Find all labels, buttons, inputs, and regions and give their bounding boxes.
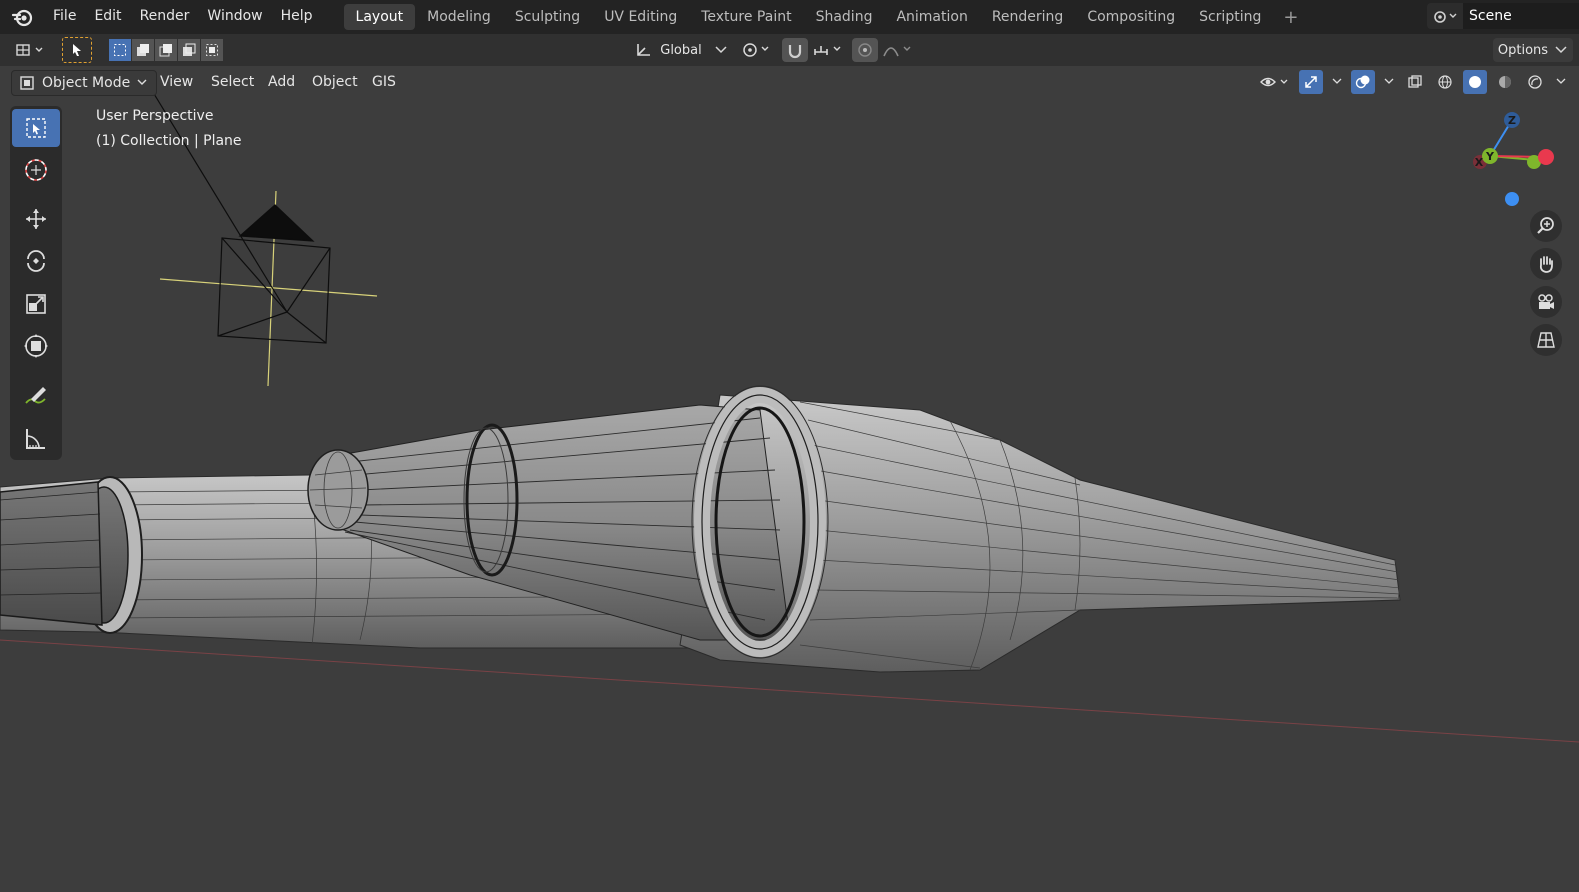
menu-object[interactable]: Object [306, 70, 364, 94]
visibility-dropdown[interactable] [1257, 70, 1293, 94]
scale-icon[interactable] [12, 285, 60, 323]
select-invert-icon[interactable] [178, 39, 200, 61]
object-mode-icon [20, 76, 34, 90]
tool-header: Global Options [0, 34, 1579, 66]
chevron-down-icon [1555, 46, 1567, 54]
tab-shading[interactable]: Shading [804, 4, 885, 30]
scene-icon[interactable] [1427, 3, 1463, 29]
tab-layout[interactable]: Layout [343, 4, 416, 30]
shading-solid-icon[interactable] [1463, 70, 1487, 94]
options-dropdown[interactable]: Options [1493, 38, 1573, 62]
active-tool-icon[interactable] [62, 37, 92, 63]
blender-logo-icon[interactable] [0, 0, 44, 34]
overlay-toggle-icon[interactable] [1351, 70, 1375, 94]
shading-rendered-icon[interactable] [1523, 70, 1547, 94]
move-icon[interactable] [12, 200, 60, 238]
viewport-header: Object Mode View Select Add Object GIS [0, 66, 1579, 98]
navigation-gizmo[interactable]: Z Y X [1460, 104, 1564, 212]
tab-compositing[interactable]: Compositing [1075, 4, 1187, 30]
tab-rendering[interactable]: Rendering [980, 4, 1076, 30]
shading-dropdown[interactable] [1553, 70, 1569, 94]
mode-label: Object Mode [42, 75, 131, 91]
hand-icon[interactable] [1530, 248, 1562, 280]
select-new-icon[interactable] [109, 39, 131, 61]
grid-icon[interactable] [1530, 324, 1562, 356]
tab-modeling[interactable]: Modeling [415, 4, 503, 30]
gizmo-z-label: Z [1508, 114, 1516, 127]
overlay-dropdown[interactable] [1381, 70, 1397, 94]
chevron-down-icon [137, 79, 147, 85]
gizmo-toggle-icon[interactable] [1299, 70, 1323, 94]
annotate-icon[interactable] [12, 377, 60, 415]
menu-view[interactable]: View [154, 70, 199, 94]
gizmo-x-axis [1538, 149, 1554, 165]
menu-help[interactable]: Help [272, 0, 322, 34]
collection-info-label: (1) Collection | Plane [96, 133, 242, 149]
tab-uv-editing[interactable]: UV Editing [592, 4, 689, 30]
snap-toggle-icon[interactable] [782, 38, 808, 62]
gizmo-dropdown[interactable] [1329, 70, 1345, 94]
select-box-icon[interactable] [12, 109, 60, 147]
chevron-down-icon [715, 46, 727, 54]
falloff-dropdown[interactable] [880, 38, 918, 62]
editor-type-icon[interactable] [12, 39, 50, 61]
object-mode-dropdown[interactable]: Object Mode [11, 70, 157, 96]
menu-edit[interactable]: Edit [85, 0, 130, 34]
tab-texture-paint[interactable]: Texture Paint [689, 4, 803, 30]
gizmo-x-label: X [1475, 156, 1484, 169]
snap-target-dropdown[interactable] [810, 38, 848, 62]
orientation-dropdown[interactable]: Global [634, 38, 728, 62]
add-workspace-button[interactable]: + [1273, 7, 1308, 28]
measure-icon[interactable] [12, 420, 60, 458]
pivot-point-dropdown[interactable] [738, 38, 776, 62]
selection-mode-group [109, 39, 224, 61]
zoom-icon[interactable] [1530, 210, 1562, 242]
proportional-edit-icon[interactable] [852, 38, 878, 62]
gizmo-y-label: Y [1485, 150, 1495, 163]
menu-gis[interactable]: GIS [366, 70, 402, 94]
tool-shelf [10, 106, 62, 460]
select-subtract-icon[interactable] [155, 39, 177, 61]
tab-scripting[interactable]: Scripting [1187, 4, 1273, 30]
top-bar: File Edit Render Window Help Layout Mode… [0, 0, 1579, 34]
menu-render[interactable]: Render [131, 0, 199, 34]
viewport-display-controls [1257, 70, 1569, 94]
gizmo-neg-z [1505, 192, 1519, 206]
viewport-scene[interactable] [0, 66, 1579, 892]
workspace-tabs: Layout Modeling Sculpting UV Editing Tex… [343, 0, 1309, 34]
xray-toggle-icon[interactable] [1403, 70, 1427, 94]
menu-window[interactable]: Window [198, 0, 271, 34]
transform-icon[interactable] [12, 327, 60, 365]
tab-animation[interactable]: Animation [884, 4, 979, 30]
select-intersect-icon[interactable] [201, 39, 223, 61]
camera-icon[interactable] [1530, 286, 1562, 318]
orientation-label: Global [660, 42, 702, 58]
menu-select[interactable]: Select [205, 70, 260, 94]
orientation-icon [637, 44, 651, 56]
tab-sculpting[interactable]: Sculpting [503, 4, 592, 30]
scene-selector: Scene [1427, 3, 1579, 29]
rear-inner-tube [0, 481, 103, 626]
options-label: Options [1497, 42, 1549, 58]
menu-file[interactable]: File [44, 0, 85, 34]
scene-name-field[interactable]: Scene [1463, 3, 1579, 29]
cursor-icon[interactable] [12, 151, 60, 189]
shading-material-icon[interactable] [1493, 70, 1517, 94]
view-name-label: User Perspective [96, 108, 214, 124]
shading-wireframe-icon[interactable] [1433, 70, 1457, 94]
menu-add[interactable]: Add [262, 70, 301, 94]
rotate-icon[interactable] [12, 242, 60, 280]
select-extend-icon[interactable] [132, 39, 154, 61]
